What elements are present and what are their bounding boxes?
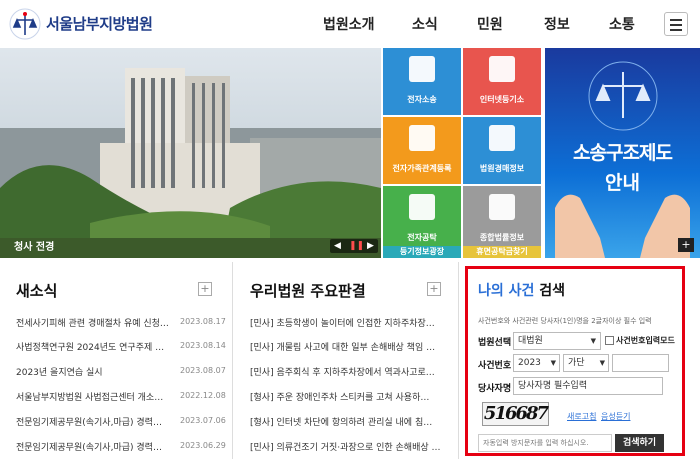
case-search-title: 나의 사건 검색 [478, 283, 566, 299]
monitor-icon [489, 56, 515, 82]
list-item[interactable]: 전문임기제공무원(속기사,마급) 경력… [16, 415, 162, 428]
court-logo-icon[interactable] [8, 7, 42, 41]
banner-plus-icon[interactable]: + [678, 238, 694, 252]
list-item[interactable]: [형사] 주운 장애인주차 스티커를 고쳐 사용하… [250, 390, 429, 403]
case-type-select[interactable]: 가단 ▼ [563, 354, 609, 372]
captcha-image: 516687 [482, 402, 549, 426]
site-title[interactable]: 서울남부지방법원 [46, 13, 153, 34]
list-item[interactable]: 2023년 을지연습 실시 [16, 365, 103, 378]
case-number-label: 사건번호 [478, 361, 512, 371]
nav-about[interactable]: 법원소개 [323, 14, 375, 34]
banner-line-2: 안내 [605, 172, 640, 194]
list-item[interactable]: 전세사기피해 관련 경매절차 유예 신청… [16, 316, 169, 329]
slideshow-controls[interactable]: ◀ ❚❚ ▶ [330, 239, 378, 253]
party-name-input[interactable]: 당사자명 필수입력 [513, 377, 663, 395]
news-date: 2023.07.06 [180, 416, 226, 425]
tile-internet-registry[interactable]: 인터넷등기소 [463, 48, 541, 115]
list-item[interactable]: [민사] 초등학생이 놀이터에 인접한 지하주차장… [250, 316, 435, 329]
building-icon [489, 125, 515, 151]
nav-news[interactable]: 소식 [412, 14, 438, 34]
case-number-input[interactable] [612, 354, 669, 372]
list-item[interactable]: [민사] 개물림 사고에 대한 일부 손해배상 책임 … [250, 340, 435, 353]
case-search-notice: 사건번호와 사건관련 당사자(1인)명을 2글자이상 필수 입력 [478, 317, 652, 325]
rulings-title: 우리법원 주요판결 [250, 282, 366, 300]
pause-icon[interactable]: ❚❚ [349, 239, 364, 253]
captcha-audio-link[interactable]: 음성듣기 [601, 411, 630, 422]
tile-e-litigation[interactable]: 전자소송 [383, 48, 461, 115]
manual-mode-label: 사건번호입력모드 [616, 336, 675, 345]
photo-caption: 청사 전경 [14, 242, 55, 253]
section-divider [458, 262, 459, 459]
tile-e-deposit[interactable]: 전자공탁 [383, 186, 461, 253]
nav-info[interactable]: 정보 [544, 14, 570, 34]
manual-mode-checkbox[interactable] [605, 336, 614, 345]
courthouse-photo [0, 48, 381, 258]
tile-legal-info[interactable]: 종합법률정보 [463, 186, 541, 253]
news-more-icon[interactable]: + [198, 282, 212, 296]
news-date: 2023.08.14 [180, 341, 226, 350]
menu-icon[interactable] [664, 12, 688, 36]
gavel-icon [409, 56, 435, 82]
wallet-icon [409, 194, 435, 220]
list-item[interactable]: [민사] 의류건조기 거짓·과장으로 인한 손해배상 … [250, 440, 441, 453]
legal-aid-banner[interactable]: 소송구조제도 안내 + [545, 48, 700, 258]
nav-civil[interactable]: 민원 [477, 14, 503, 34]
prev-icon[interactable]: ◀ [334, 239, 341, 253]
nav-communication[interactable]: 소통 [609, 14, 635, 34]
list-item[interactable]: 사법정책연구원 2024년도 연구주제 … [16, 340, 164, 353]
tile-registry-data-label: 등기정보광장 [399, 247, 445, 256]
section-divider [232, 262, 233, 459]
court-label: 법원선택 [478, 338, 512, 348]
list-item[interactable]: [민사] 음주회식 후 지하주차장에서 역과사고로… [250, 365, 435, 378]
news-date: 2022.12.08 [180, 391, 226, 400]
site-header: 서울남부지방법원 법원소개 소식 민원 정보 소통 [0, 0, 700, 48]
captcha-input[interactable]: 자동입력 방지문자를 입력 하십시오. [478, 434, 612, 452]
document-search-icon [489, 194, 515, 220]
tile-family-registry[interactable]: 전자가족관계등록 [383, 117, 461, 184]
news-date: 2023.08.07 [180, 366, 226, 375]
court-select[interactable]: 대법원 ▼ [513, 332, 601, 350]
news-date: 2023.06.29 [180, 441, 226, 450]
rulings-more-icon[interactable]: + [427, 282, 441, 296]
news-date: 2023.08.17 [180, 317, 226, 326]
tile-dormant-deposit-label: 휴면공탁금찾기 [476, 247, 528, 256]
banner-line-1: 소송구조제도 [573, 142, 673, 164]
captcha-refresh-link[interactable]: 새로고침 [567, 411, 596, 422]
year-select[interactable]: 2023 ▼ [513, 354, 560, 372]
news-title: 새소식 [16, 282, 58, 300]
list-item[interactable]: 서울남부지방법원 사법접근센터 개소… [16, 390, 163, 403]
chevron-down-icon: ▼ [590, 337, 596, 345]
list-item[interactable]: 전문임기제공무원(속기사,마급) 경력… [16, 440, 162, 453]
party-label: 당사자명 [478, 384, 512, 394]
list-item[interactable]: [형사] 인터넷 차단에 항의하려 관리실 내에 침… [250, 415, 432, 428]
search-button[interactable]: 검색하기 [615, 434, 664, 452]
tile-auction-info[interactable]: 법원경매정보 [463, 117, 541, 184]
chevron-down-icon: ▼ [599, 359, 605, 367]
next-icon[interactable]: ▶ [367, 239, 374, 253]
family-icon [409, 125, 435, 151]
chevron-down-icon: ▼ [550, 359, 556, 367]
